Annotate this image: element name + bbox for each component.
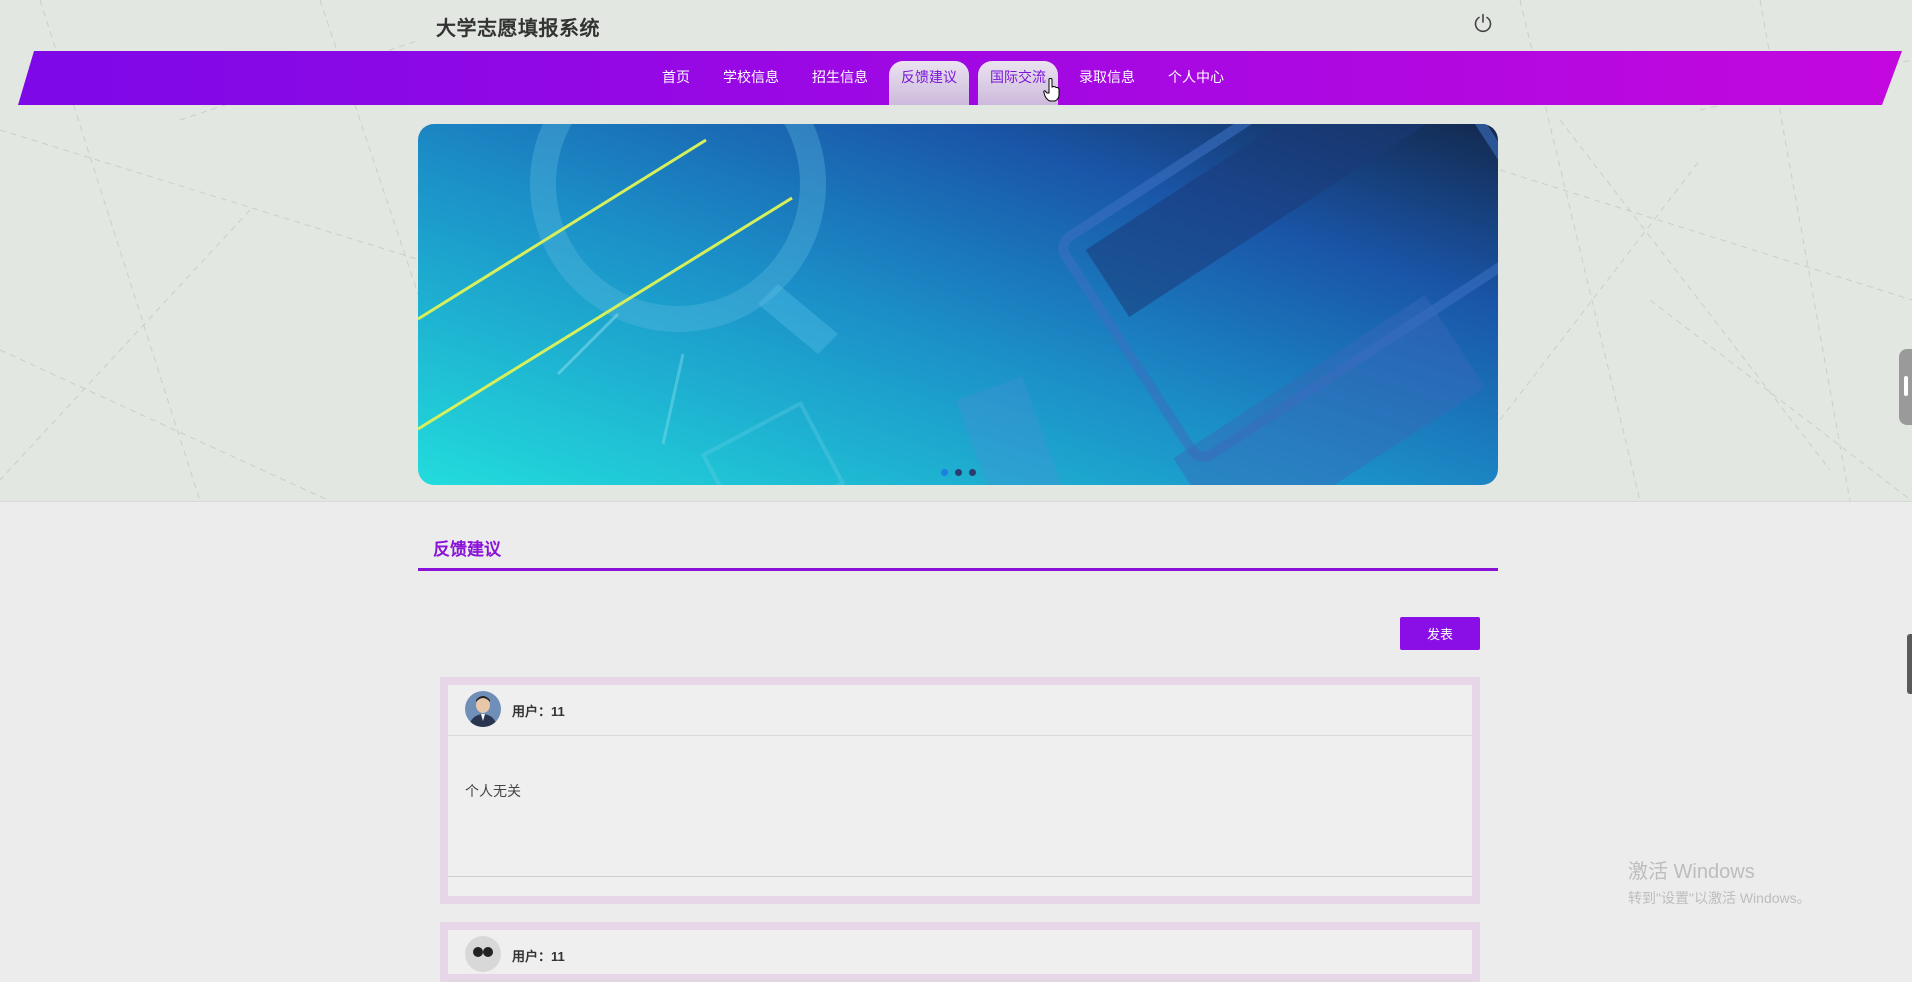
feedback-card: 用户：11 — [440, 922, 1480, 982]
nav-item-admission-info[interactable]: 录取信息 — [1067, 61, 1147, 105]
watermark-line2: 转到"设置"以激活 Windows。 — [1628, 890, 1811, 906]
feedback-card-body: 个人无关 — [448, 736, 1472, 877]
hand-cursor-icon — [1043, 78, 1061, 107]
section-divider — [418, 568, 1498, 571]
user-name: 11 — [551, 949, 565, 964]
nav-item-home[interactable]: 首页 — [650, 61, 702, 105]
nav-item-feedback[interactable]: 反馈建议 — [889, 61, 969, 105]
watermark-line1: 激活 Windows — [1628, 861, 1755, 883]
avatar — [465, 691, 501, 727]
nav-menu: 首页 学校信息 招生信息 反馈建议 国际交流 录取信息 个人中心 — [650, 51, 1245, 105]
feedback-content: 个人无关 — [465, 783, 521, 799]
feedback-card: 用户：11 个人无关 — [440, 677, 1480, 904]
windows-activation-watermark: 激活 Windows 转到"设置"以激活 Windows。 — [1628, 855, 1811, 908]
feedback-user: 用户：11 — [512, 701, 565, 720]
header-area: 大学志愿填报系统 首页 学校信息 招生信息 反馈建议 国际交流 录取信息 个人中… — [0, 0, 1912, 502]
user-name: 11 — [551, 704, 565, 719]
scroll-handle[interactable] — [1907, 634, 1912, 694]
nav-item-personal-center[interactable]: 个人中心 — [1156, 61, 1236, 105]
carousel-dots — [941, 469, 976, 476]
feedback-card-header: 用户：11 — [448, 685, 1472, 736]
carousel-dot-1[interactable] — [941, 469, 948, 476]
user-label: 用户： — [512, 704, 552, 719]
banner-image — [418, 124, 1498, 485]
publish-button[interactable]: 发表 — [1400, 617, 1480, 650]
avatar — [465, 936, 501, 972]
banner-carousel[interactable] — [418, 124, 1498, 485]
section-title: 反馈建议 — [433, 540, 501, 559]
site-title: 大学志愿填报系统 — [436, 18, 600, 40]
side-drawer-handle[interactable] — [1899, 349, 1912, 425]
power-icon[interactable] — [1472, 12, 1494, 34]
nav-item-enrollment-info[interactable]: 招生信息 — [800, 61, 880, 105]
carousel-dot-3[interactable] — [969, 469, 976, 476]
feedback-user: 用户：11 — [512, 946, 565, 965]
user-label: 用户： — [512, 949, 552, 964]
nav-item-school-info[interactable]: 学校信息 — [711, 61, 791, 105]
feedback-card-header: 用户：11 — [448, 930, 1472, 981]
main-navbar: 首页 学校信息 招生信息 反馈建议 国际交流 录取信息 个人中心 — [0, 51, 1912, 105]
carousel-dot-2[interactable] — [955, 469, 962, 476]
